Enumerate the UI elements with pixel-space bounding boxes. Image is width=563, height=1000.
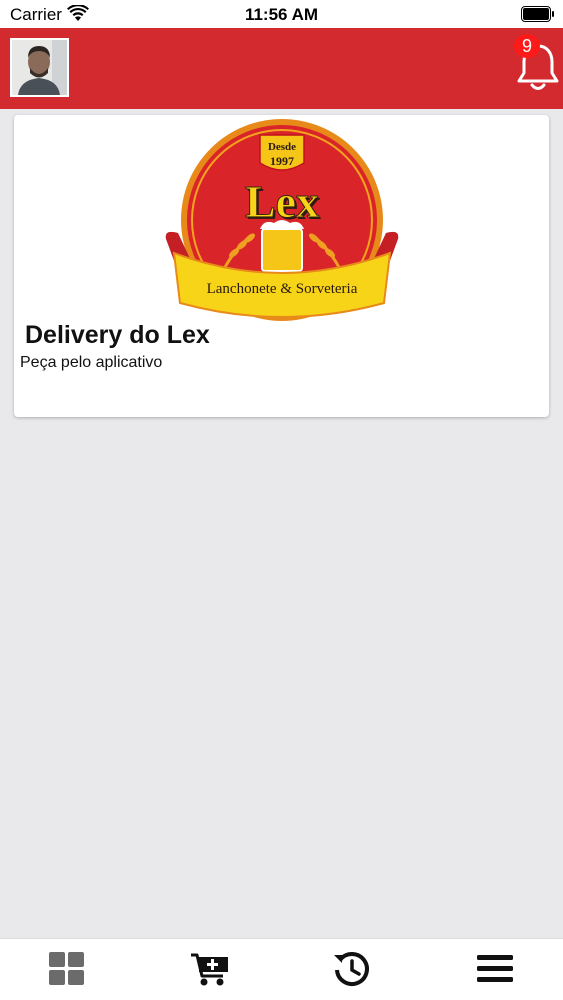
- grid-icon: [49, 952, 84, 985]
- battery-icon: [521, 6, 554, 22]
- app-header: 9: [0, 28, 563, 109]
- status-time: 11:56 AM: [244, 5, 319, 24]
- menu-icon: [477, 955, 513, 982]
- avatar[interactable]: [10, 38, 69, 97]
- store-subtitle: Peça pelo aplicativo: [20, 354, 163, 371]
- logo-brand: Lex: [245, 176, 319, 227]
- notifications-button[interactable]: 9: [514, 34, 562, 96]
- nav-menu-button[interactable]: [475, 949, 515, 989]
- store-card[interactable]: Desde 1997 Lex Lex Lanchonete & Sorveter…: [14, 115, 549, 417]
- store-name: Delivery do Lex: [25, 321, 210, 349]
- cart-plus-icon: [191, 953, 228, 986]
- store-logo: Desde 1997 Lex Lex Lanchonete & Sorveter…: [165, 119, 399, 321]
- user-photo-icon: [12, 40, 67, 95]
- nav-home-button[interactable]: [47, 949, 87, 989]
- logo-desde: Desde: [268, 141, 296, 153]
- nav-cart-button[interactable]: [190, 949, 230, 989]
- status-bar: Carrier 11:56 AM: [0, 0, 563, 28]
- notification-badge: 9: [514, 34, 540, 58]
- logo-banner: Lanchonete & Sorveteria: [207, 281, 358, 297]
- bottom-nav: [0, 938, 563, 1000]
- nav-history-button[interactable]: [332, 949, 372, 989]
- history-icon: [334, 952, 369, 987]
- logo-year: 1997: [270, 154, 294, 168]
